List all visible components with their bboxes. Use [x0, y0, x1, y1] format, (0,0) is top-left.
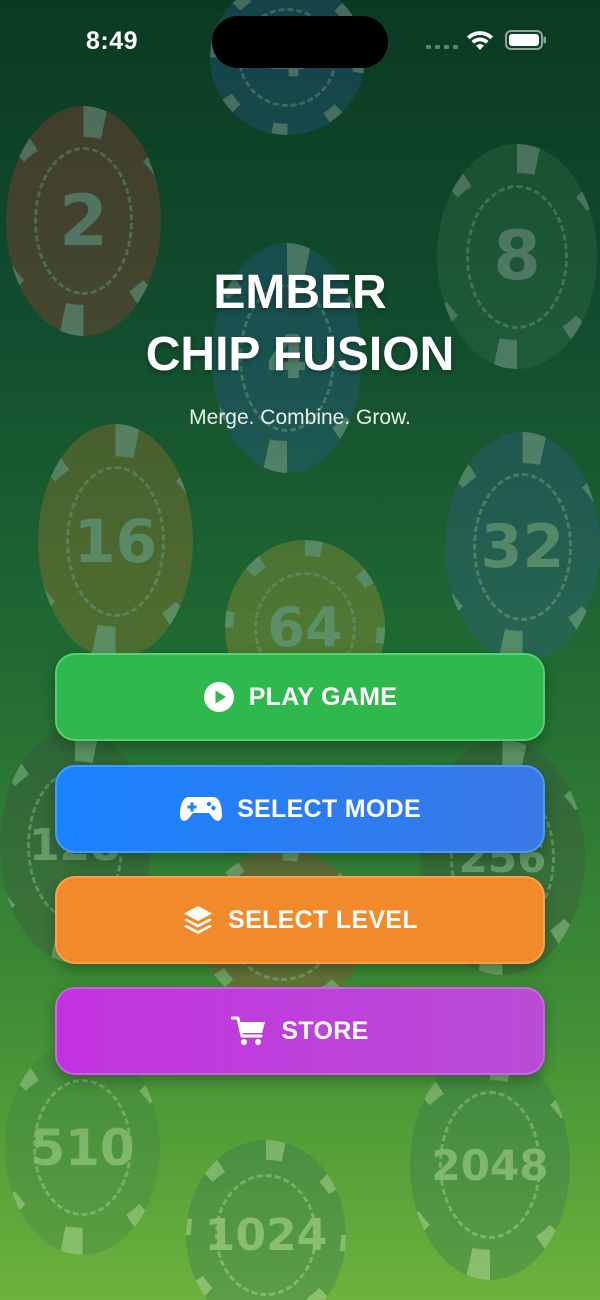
background-chip: 16: [38, 424, 193, 659]
layers-icon: [182, 904, 214, 936]
wifi-icon: [467, 31, 493, 50]
play-circle-icon: [203, 681, 235, 713]
game-title-line-2: CHIP FUSION: [145, 328, 455, 381]
store-label: STORE: [281, 1016, 369, 1045]
select-mode-label: SELECT MODE: [237, 794, 421, 823]
play-game-button[interactable]: PLAY GAME: [55, 653, 545, 741]
background-chip: 2048: [410, 1050, 570, 1280]
play-game-label: PLAY GAME: [248, 682, 398, 711]
select-mode-button[interactable]: SELECT MODE: [55, 765, 545, 853]
game-tagline: Merge. Combine. Grow.: [189, 406, 411, 429]
cellular-signal-icon: [426, 45, 458, 49]
select-level-button[interactable]: SELECT LEVEL: [55, 876, 545, 964]
status-bar: 8:49: [0, 0, 600, 80]
background-chip: 1024: [186, 1140, 346, 1300]
main-menu-screen: 4 2 8 4 16 32 64 128 256 512 510 1024 20…: [0, 0, 600, 1300]
background-chip: 32: [445, 432, 600, 662]
store-button[interactable]: STORE: [55, 987, 545, 1075]
game-title-line-1: EMBER: [213, 266, 387, 319]
battery-icon: [505, 30, 546, 50]
dynamic-island: [212, 16, 388, 68]
cart-icon: [231, 1015, 267, 1047]
select-level-label: SELECT LEVEL: [228, 905, 418, 934]
status-time: 8:49: [86, 27, 139, 55]
gamepad-icon: [179, 795, 223, 823]
